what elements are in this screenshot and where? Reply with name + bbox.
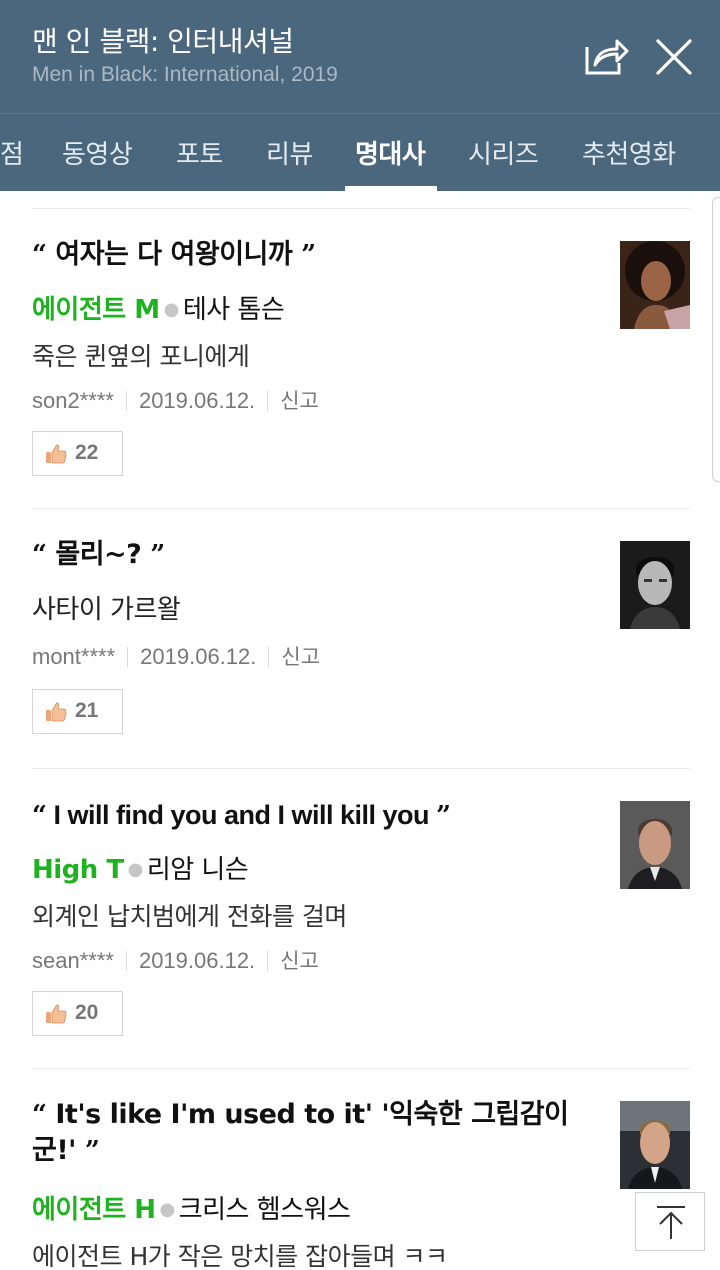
report-link[interactable]: 신고 <box>281 645 320 669</box>
quote-situation: 죽은 퀸옆의 포니에게 <box>32 342 250 371</box>
actor-photo[interactable] <box>620 541 690 629</box>
separator-dot: ● <box>163 299 180 320</box>
like-button[interactable]: 22 <box>32 431 123 476</box>
tab-rating[interactable]: 점 <box>0 134 24 171</box>
share-button[interactable] <box>583 35 629 77</box>
meta-divider <box>125 391 127 411</box>
app-header: 맨 인 블랙: 인터내셔널 Men in Black: Internationa… <box>0 0 720 113</box>
character-line: High T ● 리암 니슨 <box>32 849 249 886</box>
actor-name[interactable]: 크리스 헴스워스 <box>179 1195 351 1225</box>
quote-text: “ I will find you and I will kill you ” <box>32 797 604 834</box>
tab-bar: 점 동영상 포토 리뷰 명대사 시리즈 추천영화 <box>0 113 720 191</box>
quote-situation: 에이전트 H가 작은 망치를 잡아들며 ㅋㅋ <box>32 1242 448 1270</box>
close-quote-mark: ” <box>84 1136 100 1166</box>
thumbs-up-icon <box>46 1004 67 1024</box>
close-quote-mark: ” <box>150 540 165 570</box>
author-id: sean**** <box>32 948 114 973</box>
report-link[interactable]: 신고 <box>280 389 319 413</box>
actor-photo[interactable] <box>620 1101 690 1189</box>
open-quote-mark: “ <box>32 240 47 270</box>
share-icon <box>585 39 629 75</box>
meta-divider <box>268 647 270 667</box>
page-subtitle: Men in Black: International, 2019 <box>32 63 338 86</box>
quote-meta: son2**** 2019.06.12. 신고 <box>32 385 319 415</box>
quote-text: “ 여자는 다 여왕이니까 ” <box>32 237 604 273</box>
post-date: 2019.06.12. <box>140 644 257 669</box>
open-quote-mark: “ <box>32 1100 47 1130</box>
tab-recommended[interactable]: 추천영화 <box>582 134 676 171</box>
active-tab-indicator <box>345 186 437 191</box>
meta-divider <box>127 647 129 667</box>
tab-reviews[interactable]: 리뷰 <box>266 134 313 171</box>
post-date: 2019.06.12. <box>138 388 256 413</box>
quote-meta: mont**** 2019.06.12. 신고 <box>32 641 320 671</box>
character-name[interactable]: 에이전트 H <box>32 1195 156 1225</box>
close-quote-mark: ” <box>301 240 316 270</box>
actor-photo[interactable] <box>620 801 690 889</box>
close-button[interactable] <box>652 35 696 79</box>
scroll-to-top-icon <box>657 1206 685 1239</box>
close-quote-mark: ” <box>436 801 451 831</box>
meta-divider <box>267 391 269 411</box>
scrollbar[interactable] <box>712 197 720 482</box>
quote-meta: sean**** 2019.06.12. 신고 <box>32 945 319 975</box>
quote-item: “ It's like I'm used to it' '익숙한 그립감이군!'… <box>32 1068 690 1270</box>
like-button[interactable]: 21 <box>32 689 123 734</box>
tab-photos[interactable]: 포토 <box>176 134 223 171</box>
scroll-to-top-button[interactable] <box>635 1192 705 1251</box>
quote-content: It's like I'm used to it' '익숙한 그립감이군!' <box>32 1099 569 1166</box>
meta-divider <box>267 951 269 971</box>
separator-dot: ● <box>159 1199 176 1220</box>
quote-item: “ 여자는 다 여왕이니까 ” 에이전트 M ● 테사 톰슨 죽은 퀸옆의 포니에게… <box>32 208 690 508</box>
tab-videos[interactable]: 동영상 <box>62 134 133 171</box>
quote-situation: 외계인 납치범에게 전화를 걸며 <box>32 902 347 931</box>
post-date: 2019.06.12. <box>138 948 256 973</box>
separator-dot: ● <box>127 859 144 880</box>
quote-text: “ It's like I'm used to it' '익숙한 그립감이군!'… <box>32 1097 592 1169</box>
like-count: 21 <box>75 699 99 722</box>
tab-series[interactable]: 시리즈 <box>468 134 539 171</box>
thumbs-up-icon <box>46 702 67 722</box>
thumbs-up-icon <box>46 444 67 464</box>
actor-name[interactable]: 테사 톰슨 <box>183 295 285 325</box>
quote-item: “ 몰리~? ” 사타이 가르왈 mont**** 2019.06.12. 신고 2… <box>32 508 690 768</box>
open-quote-mark: “ <box>32 540 47 570</box>
actor-name[interactable]: 사타이 가르왈 <box>32 589 181 626</box>
character-name[interactable]: 에이전트 M <box>32 295 160 325</box>
like-count: 22 <box>75 441 99 464</box>
quote-item: “ I will find you and I will kill you ” … <box>32 768 690 1068</box>
actor-name[interactable]: 리암 니슨 <box>147 855 249 885</box>
character-line: 에이전트 M ● 테사 톰슨 <box>32 289 285 326</box>
quote-content: I will find you and I will kill you <box>53 800 430 830</box>
open-quote-mark: “ <box>32 801 47 831</box>
character-line: 에이전트 H ● 크리스 헴스워스 <box>32 1189 351 1226</box>
close-icon <box>656 39 692 75</box>
page-title: 맨 인 블랙: 인터내셔널 <box>32 25 294 58</box>
character-name[interactable]: High T <box>32 855 124 885</box>
meta-divider <box>125 951 127 971</box>
quote-text: “ 몰리~? ” <box>32 537 604 573</box>
author-id: son2**** <box>32 388 114 413</box>
quote-content: 몰리~? <box>55 539 142 570</box>
report-link[interactable]: 신고 <box>280 949 319 973</box>
tab-famous-lines[interactable]: 명대사 <box>355 134 426 171</box>
like-button[interactable]: 20 <box>32 991 123 1036</box>
author-id: mont**** <box>32 644 116 669</box>
like-count: 20 <box>75 1001 99 1024</box>
actor-photo[interactable] <box>620 241 690 329</box>
quote-content: 여자는 다 여왕이니까 <box>55 239 293 270</box>
